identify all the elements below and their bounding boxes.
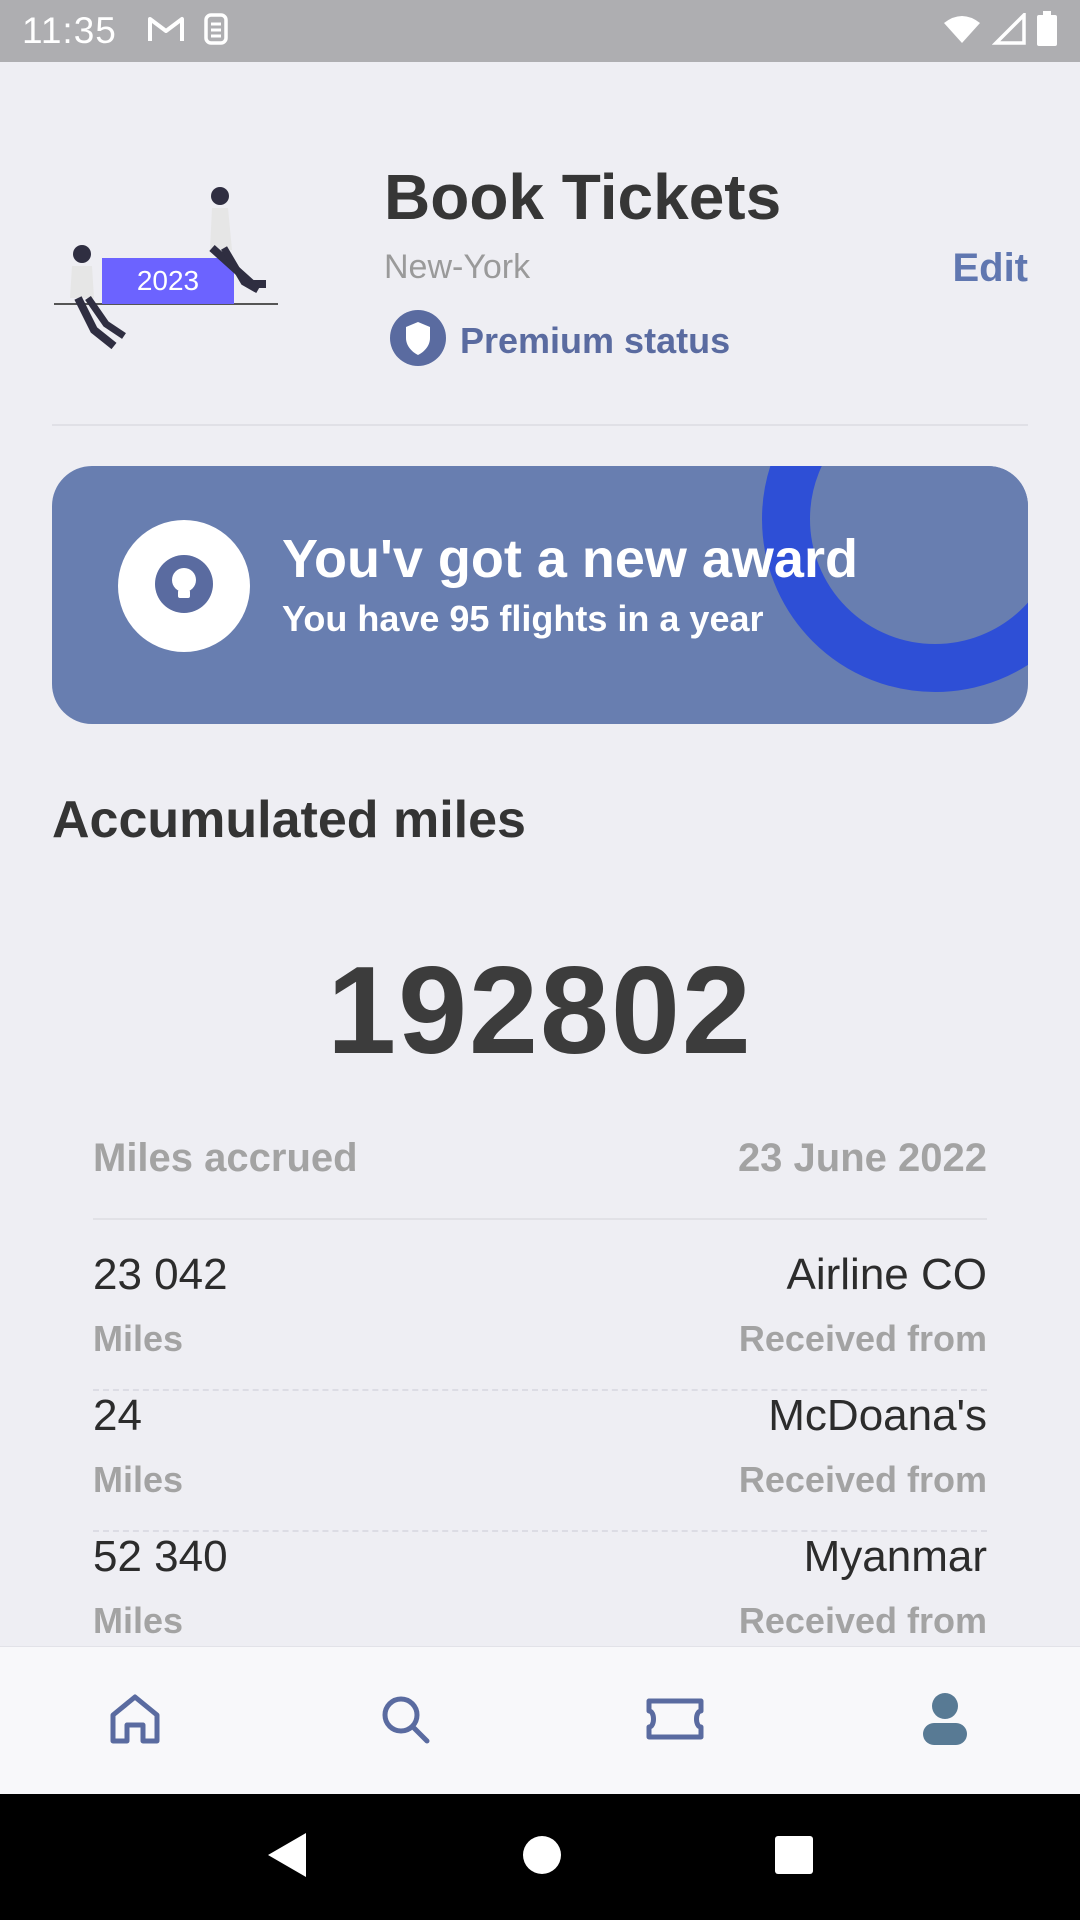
- received-from-label: Received from: [738, 1459, 987, 1500]
- header-illustration: 2023: [52, 180, 288, 360]
- miles-source: Myanmar: [803, 1532, 987, 1581]
- gmail-icon: [147, 15, 185, 48]
- status-bar: 11:35: [0, 0, 1080, 62]
- award-subtitle: You have 95 flights in a year: [282, 598, 764, 639]
- nav-search[interactable]: [345, 1661, 465, 1781]
- shield-icon: [390, 310, 446, 371]
- system-navigation-bar: [0, 1794, 1080, 1920]
- edit-button[interactable]: Edit: [952, 246, 1028, 291]
- list-header-divider: [93, 1218, 987, 1220]
- miles-source: Airline CO: [786, 1250, 988, 1299]
- miles-total: 192802: [327, 942, 753, 1080]
- miles-source: McDoana's: [768, 1391, 987, 1440]
- nav-profile[interactable]: [885, 1661, 1005, 1781]
- miles-accrued-label: Miles accrued: [93, 1136, 358, 1180]
- profile-header: 2023 Book Tickets New-York Premium statu…: [52, 150, 1028, 390]
- miles-list: 23 042 Miles Airline CO Received from 24…: [93, 1250, 987, 1673]
- miles-date: 23 June 2022: [737, 1136, 987, 1180]
- svg-text:2023: 2023: [137, 265, 199, 296]
- list-item[interactable]: 23 042 Miles Airline CO Received from: [93, 1250, 987, 1391]
- miles-unit: Miles: [93, 1459, 184, 1500]
- search-icon: [377, 1691, 433, 1752]
- received-from-label: Received from: [738, 1600, 987, 1641]
- award-title: You'v got a new award: [282, 529, 858, 589]
- back-icon[interactable]: [266, 1831, 310, 1884]
- miles-amount: 52 340: [93, 1532, 228, 1581]
- sim-icon: [203, 12, 229, 51]
- profile-icon: [920, 1691, 970, 1752]
- award-icon-container: [118, 520, 250, 652]
- header-divider: [52, 424, 1028, 426]
- page-title: Book Tickets: [384, 161, 782, 233]
- nav-tickets[interactable]: [615, 1661, 735, 1781]
- miles-unit: Miles: [93, 1600, 184, 1641]
- miles-list-header: Miles accrued 23 June 2022: [93, 1136, 987, 1181]
- bottom-navigation: [0, 1646, 1080, 1795]
- premium-status-label: Premium status: [460, 319, 731, 361]
- premium-status-badge: Premium status: [390, 310, 730, 371]
- miles-amount: 24: [93, 1391, 142, 1440]
- recents-icon[interactable]: [774, 1835, 814, 1880]
- status-time: 11:35: [22, 10, 117, 51]
- home-button-icon[interactable]: [522, 1835, 562, 1880]
- miles-amount: 23 042: [93, 1250, 228, 1299]
- battery-icon: [1036, 10, 1058, 52]
- miles-unit: Miles: [93, 1318, 184, 1359]
- received-from-label: Received from: [738, 1318, 987, 1359]
- home-icon: [107, 1691, 163, 1752]
- award-banner[interactable]: You'v got a new award You have 95 flight…: [52, 466, 1028, 724]
- ticket-icon: [645, 1695, 705, 1748]
- signal-icon: [991, 10, 1026, 50]
- lightbulb-icon: [153, 553, 215, 620]
- location-label: New-York: [384, 248, 531, 286]
- wifi-icon: [942, 13, 982, 50]
- nav-home[interactable]: [75, 1661, 195, 1781]
- list-item[interactable]: 24 Miles McDoana's Received from: [93, 1391, 987, 1532]
- section-title: Accumulated miles: [52, 791, 526, 849]
